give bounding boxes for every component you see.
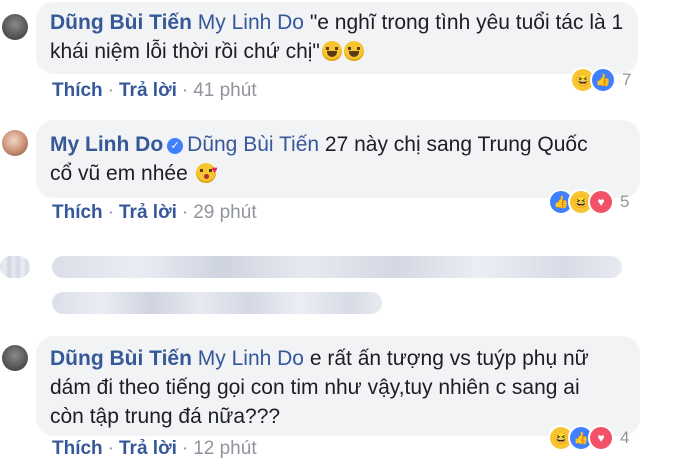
like-link[interactable]: Thích: [52, 438, 103, 459]
grinning-face-emoji: [321, 41, 342, 61]
mention-tag[interactable]: Dũng Bùi Tiến: [187, 133, 319, 156]
avatar[interactable]: [2, 130, 28, 156]
comment-author[interactable]: Dũng Bùi Tiến: [50, 347, 192, 370]
like-reaction-icon: 👍: [590, 67, 616, 93]
like-link[interactable]: Thích: [52, 80, 103, 101]
reply-link[interactable]: Trả lời: [119, 438, 177, 459]
timestamp[interactable]: 29 phút: [193, 202, 256, 223]
mention-tag[interactable]: My Linh Do: [198, 347, 304, 370]
comment-text-line: cổ vũ em nhée: [50, 162, 188, 185]
comment-actions: Thích · Trả lời · 12 phút: [52, 438, 257, 459]
love-reaction-icon: ♥: [588, 425, 614, 451]
timestamp[interactable]: 12 phút: [193, 438, 256, 459]
timestamp[interactable]: 41 phút: [193, 80, 256, 101]
like-link[interactable]: Thích: [52, 202, 103, 223]
grinning-face-emoji: [343, 41, 364, 61]
reaction-count: 4: [620, 428, 630, 447]
reaction-count: 5: [620, 192, 630, 211]
comment-actions: Thích · Trả lời · 29 phút: [52, 202, 257, 223]
blurred-content: [52, 256, 622, 278]
avatar[interactable]: [2, 345, 28, 371]
reply-link[interactable]: Trả lời: [119, 80, 177, 101]
mention-tag[interactable]: My Linh Do: [198, 11, 304, 34]
comment-bubble: Dũng Bùi Tiến My Linh Do e rất ấn tượng …: [36, 336, 640, 436]
blurred-content: [0, 256, 30, 278]
comment-text-line: e rất ấn tượng vs tuýp phụ nữ: [309, 347, 589, 370]
comment-text-line: còn tập trung đá nữa???: [50, 405, 281, 428]
reaction-summary[interactable]: 😆 👍 ♥ 4: [548, 424, 629, 452]
comment-author[interactable]: Dũng Bùi Tiến: [50, 11, 192, 34]
verified-badge-icon: ✓: [167, 138, 184, 154]
reaction-summary[interactable]: 😆 👍 7: [570, 66, 631, 94]
kissing-face-emoji: ♥: [195, 163, 218, 183]
avatar[interactable]: [2, 14, 28, 40]
comment-author[interactable]: My Linh Do: [50, 133, 163, 156]
comment-bubble: Dũng Bùi Tiến My Linh Do "e nghĩ trong t…: [36, 2, 638, 74]
love-reaction-icon: ♥: [588, 189, 614, 215]
reply-link[interactable]: Trả lời: [119, 202, 177, 223]
comment-actions: Thích · Trả lời · 41 phút: [52, 80, 257, 101]
reaction-count: 7: [622, 70, 632, 89]
blurred-content: [52, 292, 382, 314]
comment-text-line: dám đi theo tiếng gọi con tim như vậy,tu…: [50, 376, 580, 399]
reaction-summary[interactable]: 👍 😆 ♥ 5: [548, 188, 629, 216]
comment-text-line: 27 này chị sang Trung Quốc: [324, 133, 588, 156]
comment-bubble: My Linh Do ✓ Dũng Bùi Tiến 27 này chị sang…: [36, 120, 640, 198]
